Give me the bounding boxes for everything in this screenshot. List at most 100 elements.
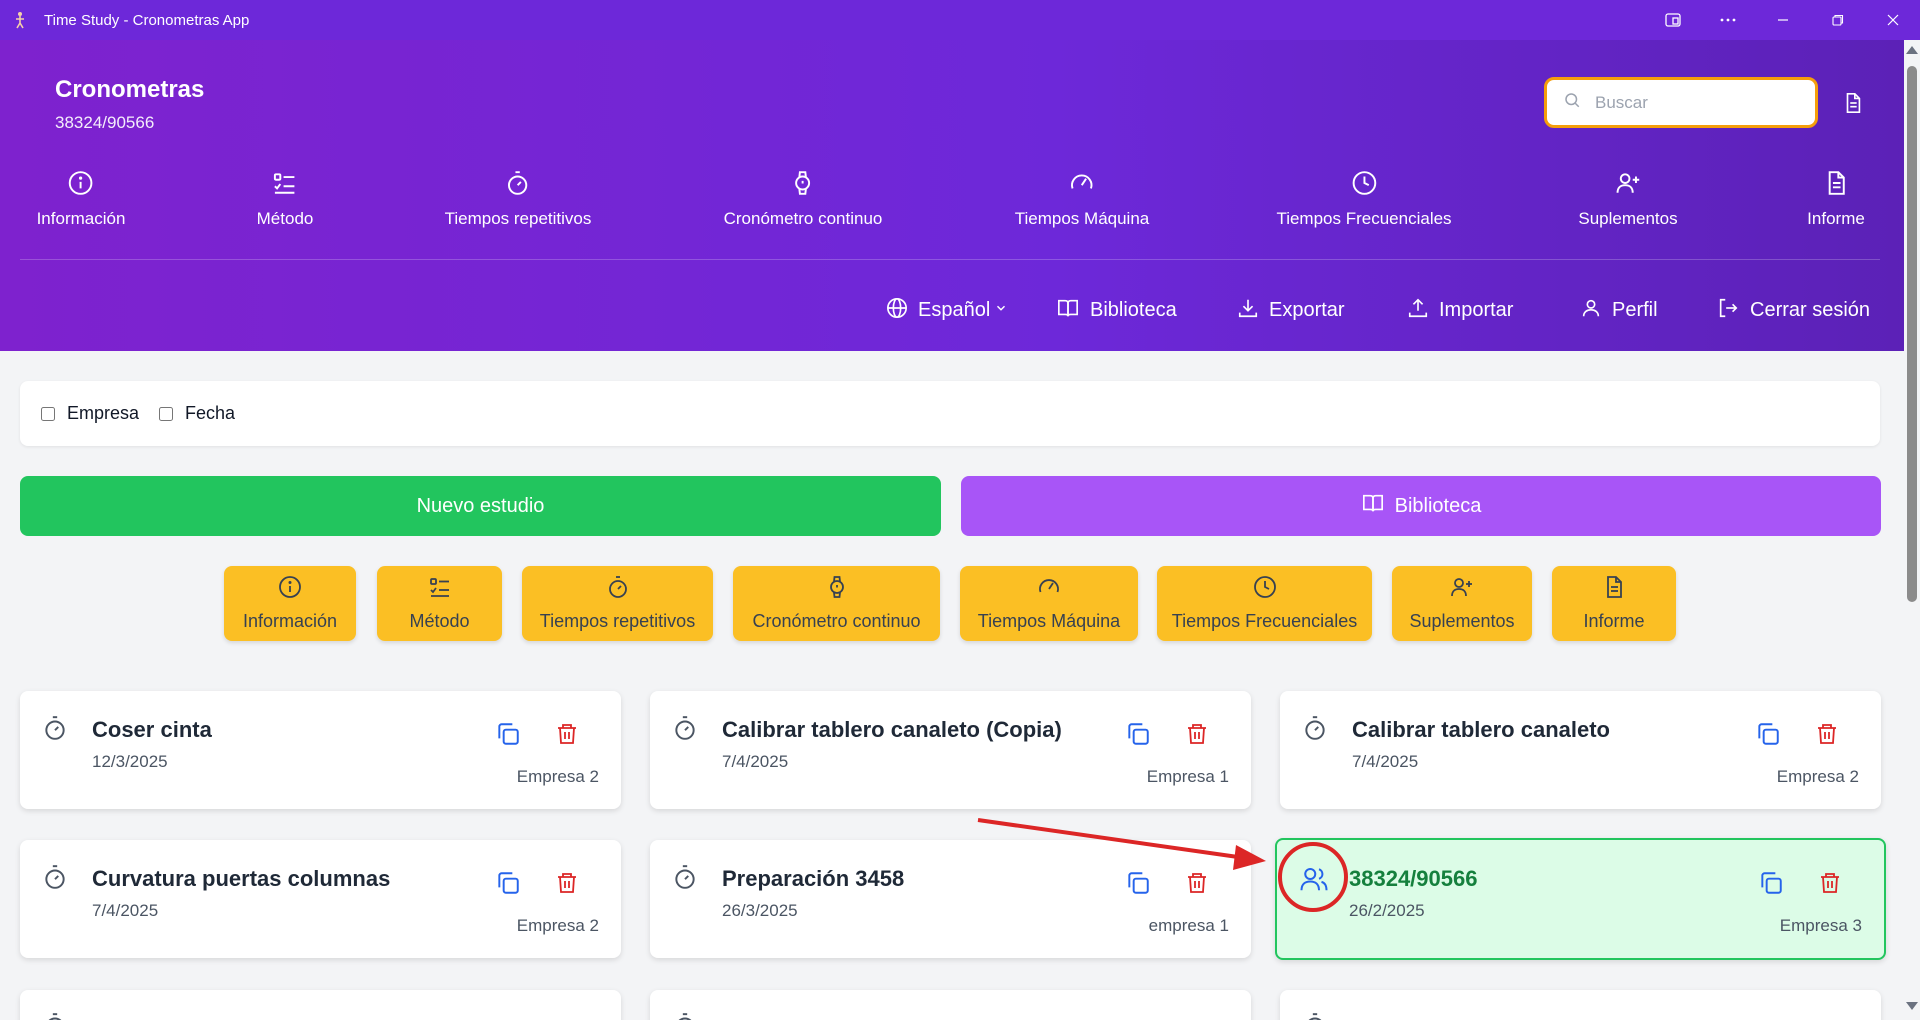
quick-action-label: Tiempos Frecuenciales — [1171, 611, 1358, 631]
trash-icon[interactable] — [555, 721, 579, 752]
stopwatch-icon — [672, 864, 698, 895]
list-check-icon — [272, 170, 298, 201]
study-card[interactable]: Curvatura puertas columnas 7/4/2025 Empr… — [20, 840, 621, 958]
app-brand-title: Cronometras — [55, 76, 205, 103]
nav-item-tiempos-frecuenciales[interactable]: Tiempos Frecuenciales — [1276, 170, 1452, 229]
study-title: Curvatura puertas columnas — [92, 866, 391, 891]
quick-action-label: Método — [409, 611, 470, 631]
profile-link[interactable]: Perfil — [1580, 292, 1658, 328]
study-card[interactable]: Coser cinta 12/3/2025 Empresa 2 — [20, 691, 621, 809]
import-label: Importar — [1439, 298, 1514, 321]
quick-action-label: Suplementos — [1409, 611, 1515, 631]
restore-icon[interactable] — [1810, 0, 1865, 40]
filter-fecha[interactable]: Fecha — [159, 403, 235, 424]
study-card-partial[interactable] — [20, 990, 621, 1020]
minimize-icon[interactable] — [1755, 0, 1810, 40]
list-check-icon — [428, 575, 452, 604]
import-link[interactable]: Importar — [1407, 292, 1513, 328]
more-icon[interactable] — [1700, 0, 1755, 40]
copy-icon[interactable] — [1125, 721, 1151, 752]
nav-item-tiempos-maquina[interactable]: Tiempos Máquina — [1014, 170, 1150, 229]
trash-icon[interactable] — [1185, 870, 1209, 901]
study-card-partial[interactable] — [1280, 990, 1881, 1020]
trash-icon[interactable] — [1815, 721, 1839, 752]
copy-icon[interactable] — [495, 721, 521, 752]
nav-item-tiempos-repetitivos[interactable]: Tiempos repetitivos — [445, 170, 591, 229]
filter-empresa[interactable]: Empresa — [41, 403, 139, 424]
main-nav: Información Método Tiempos repetitivos C… — [0, 170, 1920, 240]
study-date: 26/3/2025 — [722, 901, 798, 920]
quick-informacion[interactable]: Información — [224, 566, 356, 641]
app-icon — [0, 0, 40, 40]
study-card[interactable]: Preparación 3458 26/3/2025 empresa 1 — [650, 840, 1251, 958]
window-title: Time Study - Cronometras App — [44, 11, 250, 29]
nav-item-suplementos[interactable]: Suplementos — [1578, 170, 1678, 229]
app-header: Cronometras 38324/90566 Información Méto… — [0, 40, 1920, 351]
scrollbar-thumb[interactable] — [1907, 66, 1917, 602]
quick-tiempos-frecuenciales[interactable]: Tiempos Frecuenciales — [1157, 566, 1372, 641]
library-button[interactable]: Biblioteca — [961, 476, 1881, 536]
nav-item-informe[interactable]: Informe — [1807, 170, 1865, 229]
export-label: Exportar — [1269, 298, 1345, 321]
search-box[interactable] — [1544, 77, 1818, 128]
study-title: Preparación 3458 — [722, 866, 905, 891]
filter-fecha-checkbox[interactable] — [159, 406, 174, 421]
nav-item-label: Tiempos Máquina — [1014, 209, 1150, 228]
filter-bar: Empresa Fecha — [20, 381, 1880, 446]
stopwatch-icon — [672, 1012, 698, 1020]
study-card[interactable]: Calibrar tablero canaleto 7/4/2025 Empre… — [1280, 691, 1881, 809]
nav-item-metodo[interactable]: Método — [256, 170, 314, 229]
filter-empresa-checkbox[interactable] — [41, 406, 55, 421]
nav-item-cronometro-continuo[interactable]: Cronómetro continuo — [724, 170, 882, 229]
nav-item-label: Suplementos — [1578, 209, 1678, 228]
language-selector[interactable]: Español — [886, 292, 1008, 328]
info-icon — [278, 575, 302, 604]
study-date: 12/3/2025 — [92, 752, 168, 771]
copy-icon[interactable] — [495, 870, 521, 901]
export-link[interactable]: Exportar — [1237, 292, 1345, 328]
watch-icon — [825, 575, 849, 604]
nav-item-informacion[interactable]: Información — [37, 170, 125, 229]
scroll-up-icon[interactable] — [1906, 46, 1918, 54]
library-button-label: Biblioteca — [1394, 494, 1482, 517]
quick-action-label: Tiempos Máquina — [977, 611, 1121, 631]
quick-informe[interactable]: Informe — [1552, 566, 1676, 641]
library-link[interactable]: Biblioteca — [1056, 292, 1177, 328]
title-bar: Time Study - Cronometras App — [0, 0, 1920, 40]
study-date: 26/2/2025 — [1349, 901, 1425, 920]
report-document-icon[interactable] — [1838, 88, 1868, 118]
nav-item-label: Informe — [1807, 209, 1865, 228]
quick-suplementos[interactable]: Suplementos — [1392, 566, 1532, 641]
stopwatch-icon — [42, 1012, 68, 1020]
profile-label: Perfil — [1612, 298, 1658, 321]
user-plus-icon — [1615, 170, 1641, 201]
trash-icon[interactable] — [555, 870, 579, 901]
quick-metodo[interactable]: Método — [377, 566, 502, 641]
quick-tiempos-maquina[interactable]: Tiempos Máquina — [960, 566, 1138, 641]
study-card[interactable]: Calibrar tablero canaleto (Copia) 7/4/20… — [650, 691, 1251, 809]
new-study-button[interactable]: Nuevo estudio — [20, 476, 941, 536]
copy-icon[interactable] — [1758, 870, 1784, 901]
study-company: Empresa 2 — [516, 916, 599, 935]
trash-icon[interactable] — [1185, 721, 1209, 752]
quick-action-label: Cronómetro continuo — [752, 611, 921, 631]
quick-cronometro-continuo[interactable]: Cronómetro continuo — [733, 566, 940, 641]
search-input[interactable] — [1595, 92, 1795, 113]
study-company: empresa 1 — [1148, 916, 1229, 935]
logout-link[interactable]: Cerrar sesión — [1716, 292, 1870, 328]
close-icon[interactable] — [1865, 0, 1920, 40]
nav-item-label: Método — [256, 209, 314, 228]
study-card-selected[interactable]: 38324/90566 26/2/2025 Empresa 3 — [1275, 838, 1886, 960]
study-card-partial[interactable] — [650, 990, 1251, 1020]
stopwatch-icon — [1302, 715, 1328, 746]
library-label: Biblioteca — [1090, 298, 1177, 321]
scroll-down-icon[interactable] — [1906, 1002, 1918, 1010]
window-snap-icon[interactable] — [1645, 0, 1700, 40]
trash-icon[interactable] — [1818, 870, 1842, 901]
copy-icon[interactable] — [1125, 870, 1151, 901]
study-company: Empresa 2 — [1776, 767, 1859, 786]
document-icon — [1602, 575, 1626, 604]
quick-tiempos-repetitivos[interactable]: Tiempos repetitivos — [522, 566, 713, 641]
study-title: Calibrar tablero canaleto (Copia) — [722, 717, 1062, 742]
copy-icon[interactable] — [1755, 721, 1781, 752]
